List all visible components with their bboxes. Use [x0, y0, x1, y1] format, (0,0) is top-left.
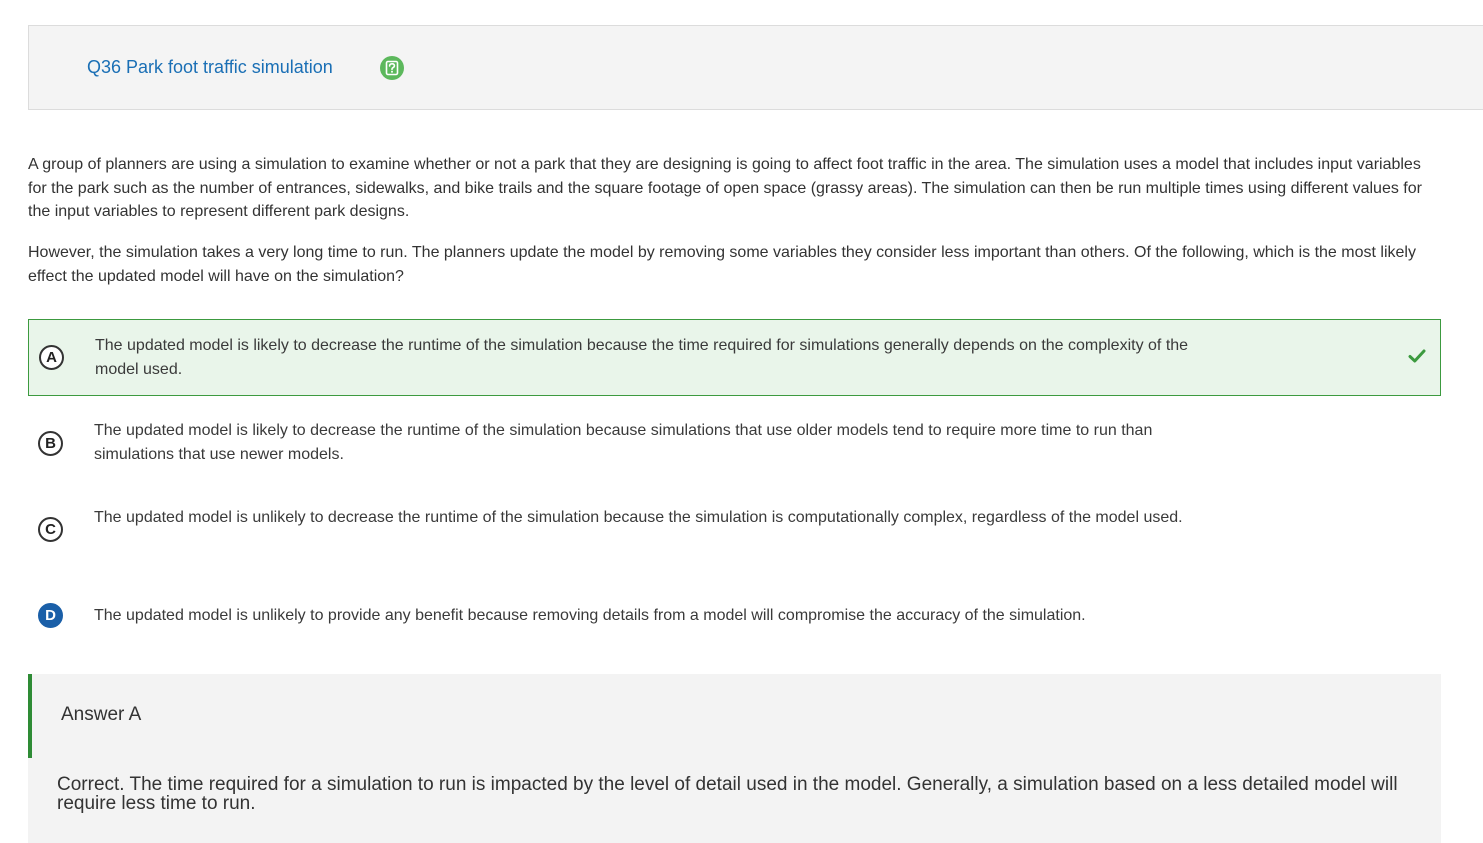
- answer-explanation: Correct. The time required for a simulat…: [57, 774, 1398, 814]
- option-b-text: The updated model is likely to decrease …: [94, 422, 1153, 463]
- question-title: Q36 Park foot traffic simulation: [87, 57, 333, 77]
- question-stem-paragraph-1: A group of planners are using a simulati…: [28, 156, 1422, 220]
- option-d-text: The updated model is unlikely to provide…: [94, 607, 1086, 624]
- option-a-text: The updated model is likely to decrease …: [95, 337, 1189, 378]
- check-icon: [1408, 348, 1426, 369]
- answer-panel: Answer A Correct. The time required for …: [28, 674, 1441, 843]
- option-a-letter[interactable]: A: [39, 345, 64, 370]
- option-b-letter[interactable]: B: [38, 431, 63, 456]
- option-a[interactable]: A The updated model is likely to decreas…: [28, 319, 1441, 396]
- option-d-letter[interactable]: D: [38, 603, 63, 628]
- option-b[interactable]: B The updated model is likely to decreas…: [28, 406, 1441, 483]
- answer-accent-bar: [28, 674, 32, 758]
- question-header: Q36 Park foot traffic simulation: [28, 25, 1483, 110]
- question-mark-icon[interactable]: [380, 56, 404, 80]
- option-c[interactable]: C The updated model is unlikely to decre…: [28, 493, 1441, 570]
- option-d[interactable]: D The updated model is unlikely to provi…: [28, 590, 1441, 644]
- option-c-letter[interactable]: C: [38, 517, 63, 542]
- question-stem-paragraph-2: However, the simulation takes a very lon…: [28, 244, 1416, 285]
- answer-label: Answer A: [61, 704, 142, 725]
- option-c-text: The updated model is unlikely to decreas…: [94, 509, 1183, 526]
